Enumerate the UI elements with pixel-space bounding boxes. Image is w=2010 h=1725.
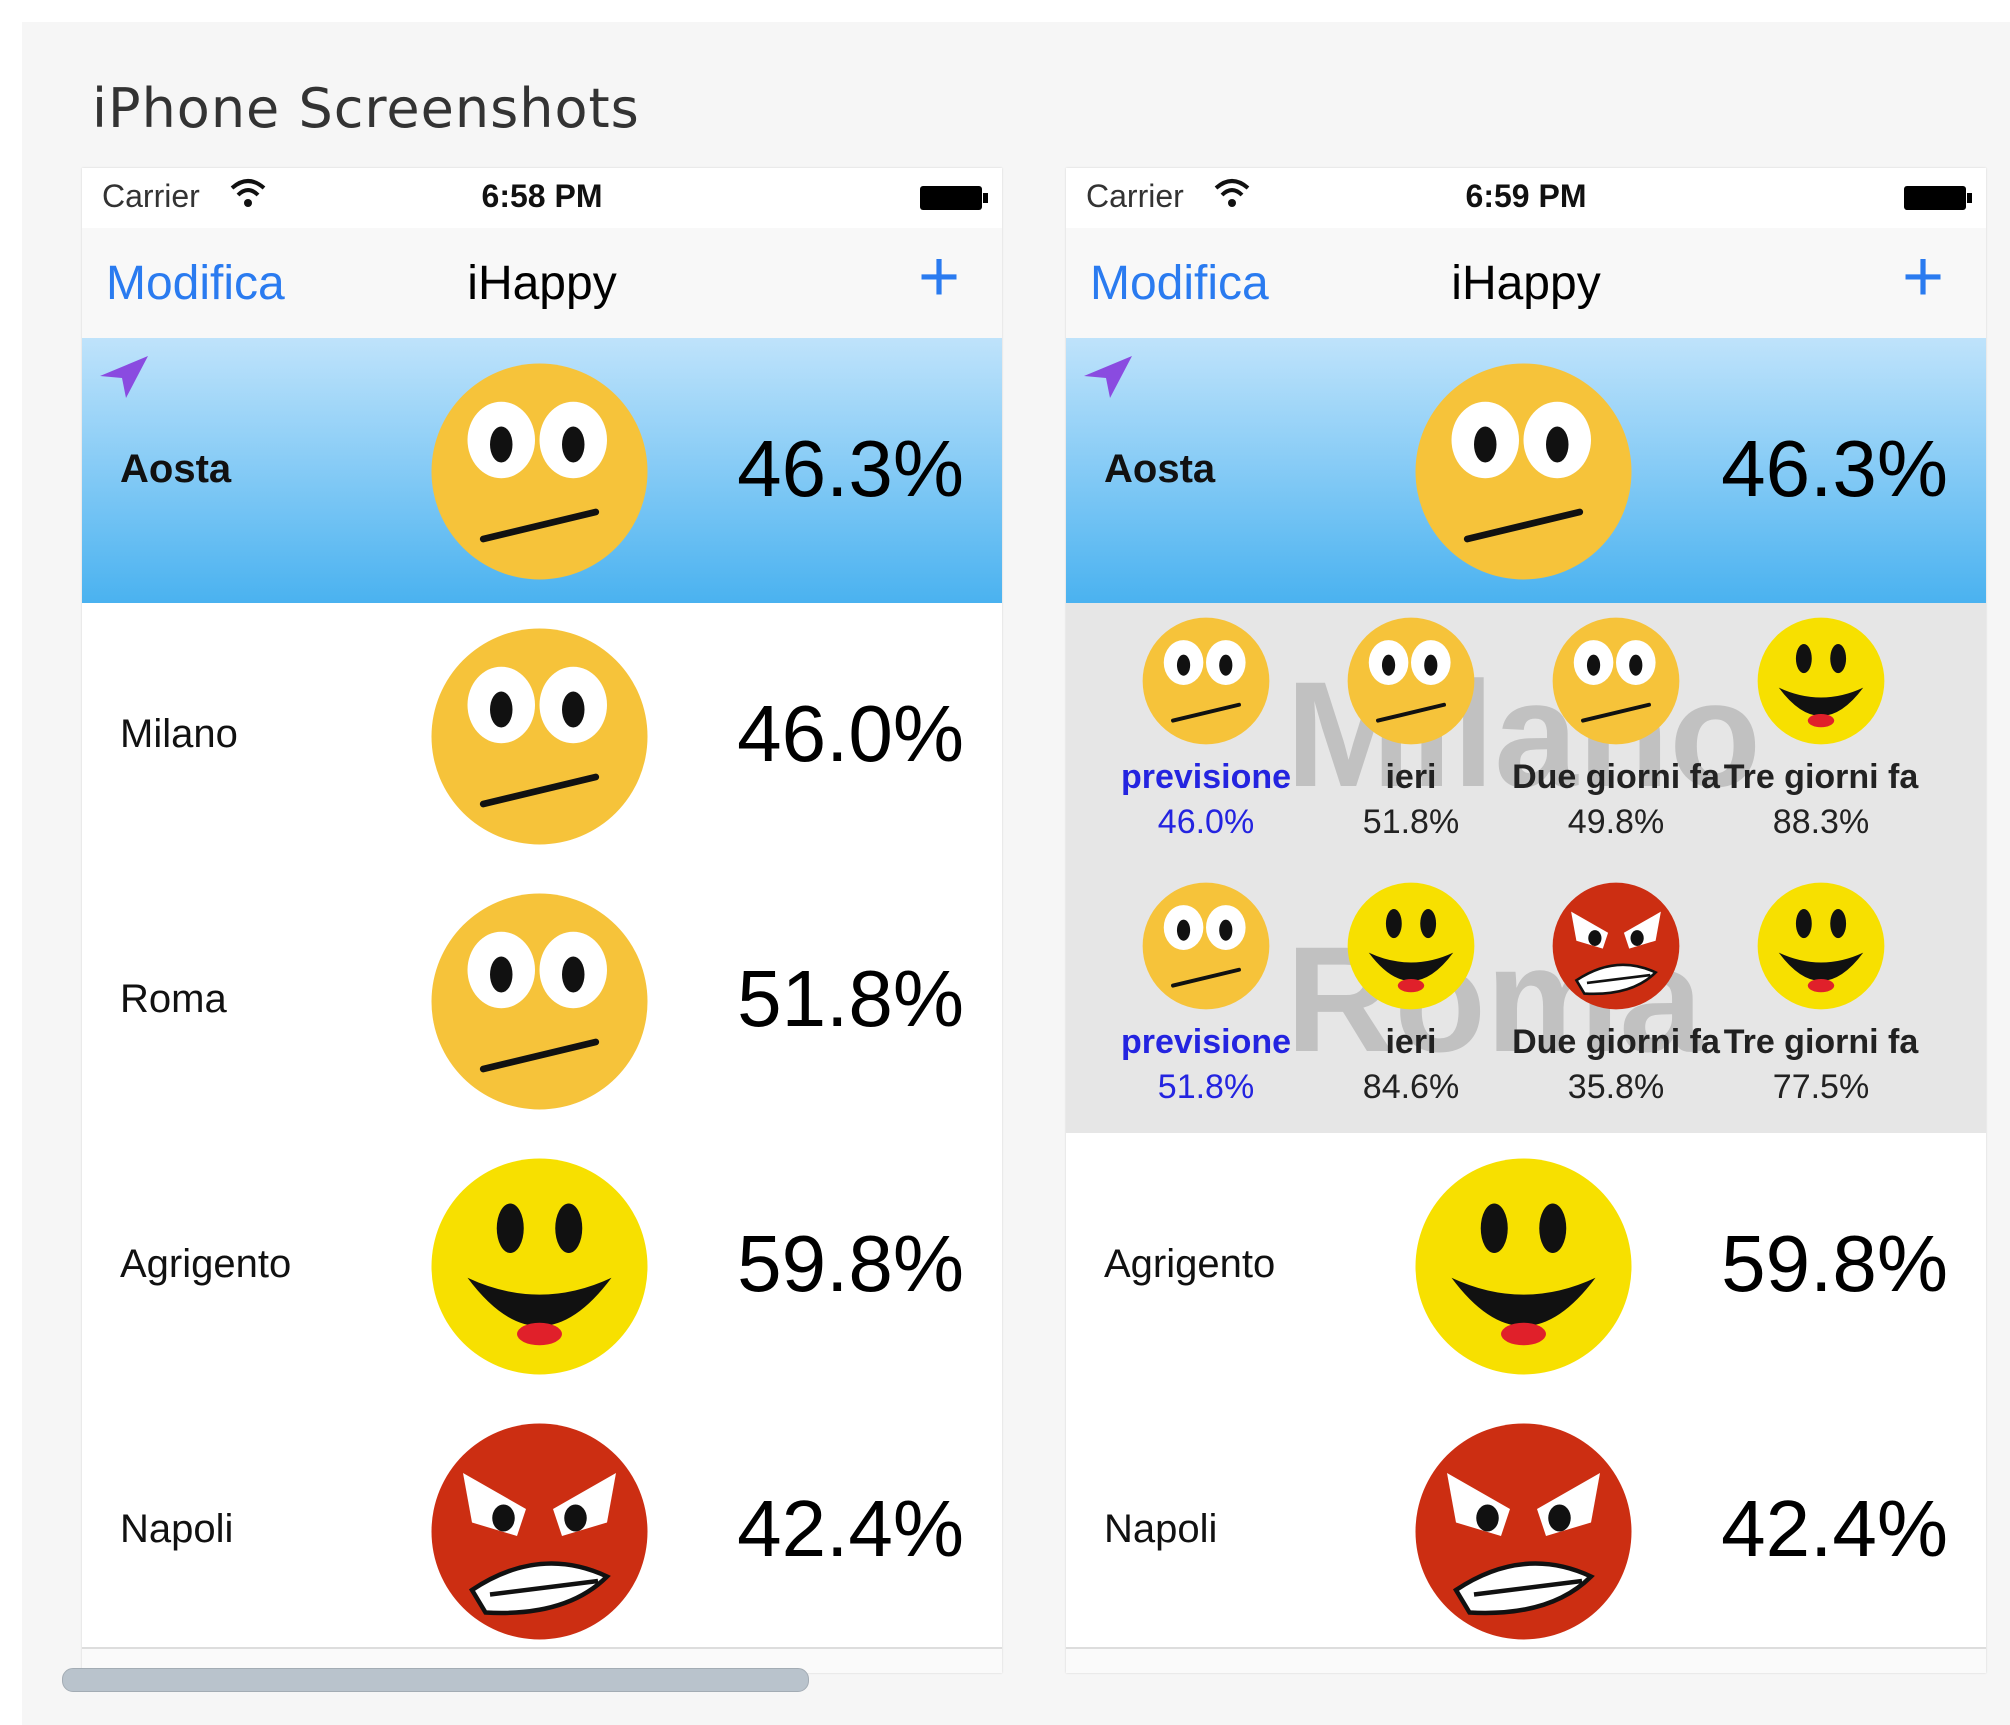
history-value: 77.5% <box>1772 1068 1870 1106</box>
history-value: 35.8% <box>1567 1068 1665 1106</box>
history-label: Tre giorni fa <box>1723 1023 1919 1061</box>
city-name: Milano <box>120 711 238 756</box>
history-label: Tre giorni fa <box>1723 758 1919 796</box>
history-cell: ieri 84.6% <box>1306 880 1516 1107</box>
battery-icon <box>920 186 988 210</box>
history-value: 49.8% <box>1567 803 1665 841</box>
happiness-percentage: 59.8% <box>1721 1218 1948 1308</box>
city-name: Aosta <box>1104 446 1216 491</box>
happiness-percentage: 59.8% <box>737 1218 964 1308</box>
location-arrow-icon <box>1080 352 1136 405</box>
history-value: 51.8% <box>1157 1068 1255 1106</box>
neutral-face-icon <box>1101 615 1311 752</box>
neutral-face-icon <box>1306 615 1516 752</box>
city-name: Roma <box>120 976 227 1021</box>
add-city-button[interactable]: + <box>1902 236 1944 318</box>
happy-face-icon <box>1716 615 1926 752</box>
city-name: Napoli <box>1104 1506 1218 1551</box>
city-row[interactable]: Milano 46.0% <box>82 603 1002 870</box>
tab-bar <box>1066 1647 1986 1673</box>
history-cell: ieri 51.8% <box>1306 615 1516 842</box>
happiness-percentage: 46.3% <box>737 423 964 513</box>
history-block: Milano previsione 46.0% ieri 51.8% Due giorni… <box>1066 603 1986 868</box>
history-label: Due giorni fa <box>1512 1023 1720 1061</box>
city-row[interactable]: Napoli 42.4% <box>1066 1398 1986 1665</box>
happiness-percentage: 42.4% <box>737 1483 964 1573</box>
happiness-percentage: 46.3% <box>1721 423 1948 513</box>
horizontal-scrollbar[interactable] <box>62 1668 809 1692</box>
city-name: Aosta <box>120 446 232 491</box>
history-cell: Tre giorni fa 77.5% <box>1716 880 1926 1107</box>
status-bar: Carrier 6:58 PM <box>82 168 1002 228</box>
angry-face-icon <box>427 1419 652 1649</box>
navigation-bar: Modifica iHappy + <box>1066 228 1986 340</box>
happy-face-icon <box>1411 1154 1636 1384</box>
city-row[interactable]: Napoli 42.4% <box>82 1398 1002 1665</box>
city-name: Napoli <box>120 1506 234 1551</box>
history-value: 46.0% <box>1157 803 1255 841</box>
happy-face-icon <box>1306 880 1516 1017</box>
history-cell: Due giorni fa 35.8% <box>1511 880 1721 1107</box>
angry-face-icon <box>1511 880 1721 1017</box>
phone-screenshot-1: Carrier 6:58 PM Modifica iHappy + Aosta 4… <box>82 168 1002 1673</box>
location-arrow-icon <box>96 352 152 405</box>
history-value: 88.3% <box>1772 803 1870 841</box>
battery-icon <box>1904 186 1972 210</box>
history-value: 84.6% <box>1362 1068 1460 1106</box>
history-label: ieri <box>1385 1023 1437 1061</box>
city-row[interactable]: Roma 51.8% <box>82 868 1002 1135</box>
neutral-face-icon <box>427 889 652 1119</box>
city-name: Agrigento <box>120 1241 292 1286</box>
navigation-bar: Modifica iHappy + <box>82 228 1002 340</box>
phone-screenshot-2: Carrier 6:59 PM Modifica iHappy + Aosta 4… <box>1066 168 1986 1673</box>
add-city-button[interactable]: + <box>918 236 960 318</box>
city-row[interactable]: Agrigento 59.8% <box>82 1133 1002 1400</box>
angry-face-icon <box>1411 1419 1636 1649</box>
history-cell: previsione 51.8% <box>1101 880 1311 1107</box>
app-title: iHappy <box>467 257 617 310</box>
city-row[interactable]: Aosta 46.3% <box>1066 338 1986 603</box>
page-heading: iPhone Screenshots <box>92 77 640 140</box>
city-row[interactable]: Agrigento 59.8% <box>1066 1133 1986 1400</box>
neutral-face-icon <box>427 624 652 854</box>
history-cell: previsione 46.0% <box>1101 615 1311 842</box>
city-row[interactable]: Aosta 46.3% <box>82 338 1002 603</box>
happiness-percentage: 51.8% <box>737 953 964 1043</box>
history-cell: Due giorni fa 49.8% <box>1511 615 1721 842</box>
history-value: 51.8% <box>1362 803 1460 841</box>
history-label: Due giorni fa <box>1512 758 1720 796</box>
status-time: 6:59 PM <box>1465 178 1587 214</box>
history-label: ieri <box>1385 758 1437 796</box>
neutral-face-icon <box>1411 359 1636 589</box>
status-bar: Carrier 6:59 PM <box>1066 168 1986 228</box>
happy-face-icon <box>1716 880 1926 1017</box>
status-time: 6:58 PM <box>481 178 603 214</box>
history-block: Roma previsione 51.8% ieri 84.6% Due giorni f… <box>1066 868 1986 1133</box>
neutral-face-icon <box>427 359 652 589</box>
app-title: iHappy <box>1451 257 1601 310</box>
history-label: previsione <box>1120 758 1292 796</box>
happiness-percentage: 46.0% <box>737 688 964 778</box>
city-name: Agrigento <box>1104 1241 1276 1286</box>
happy-face-icon <box>427 1154 652 1384</box>
history-cell: Tre giorni fa 88.3% <box>1716 615 1926 842</box>
neutral-face-icon <box>1511 615 1721 752</box>
happiness-percentage: 42.4% <box>1721 1483 1948 1573</box>
neutral-face-icon <box>1101 880 1311 1017</box>
history-label: previsione <box>1120 1023 1292 1061</box>
